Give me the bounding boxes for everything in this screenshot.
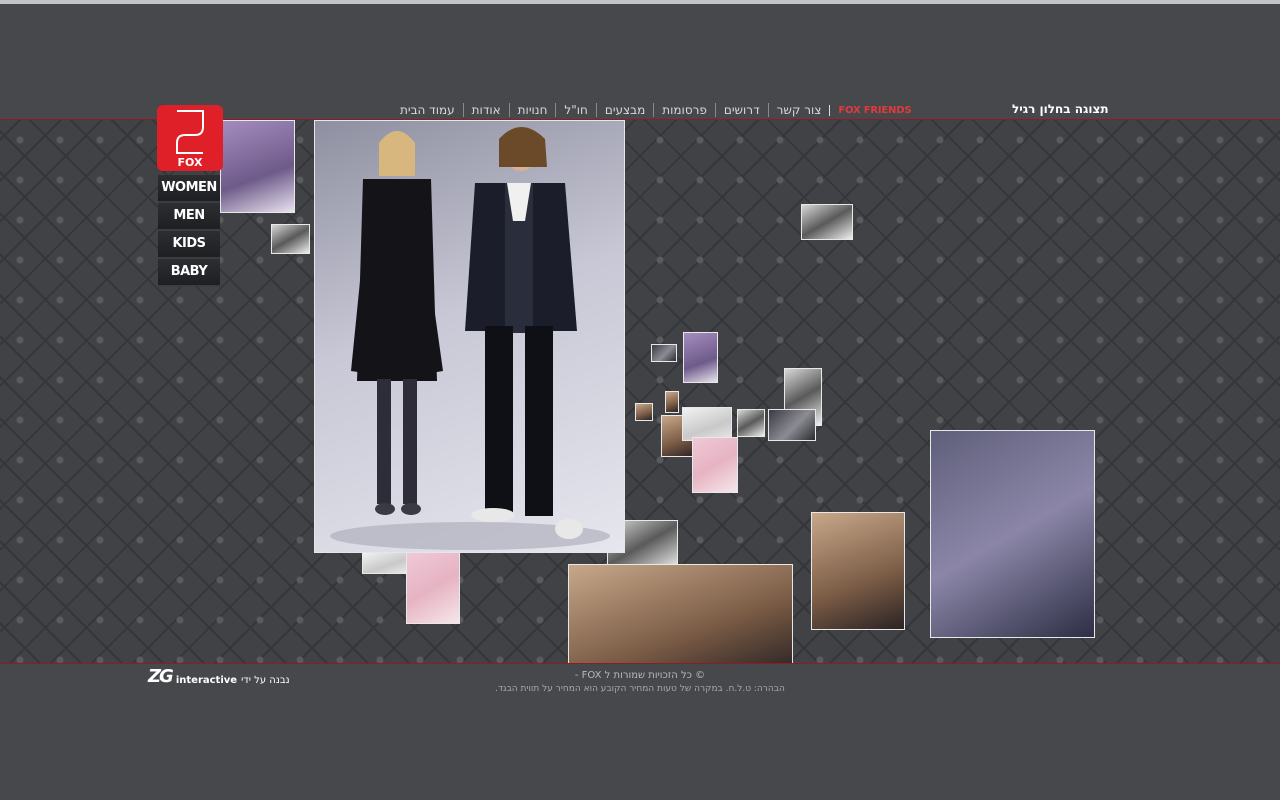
nav-jobs[interactable]: דרושים: [714, 103, 768, 117]
copyright-text: © כל הזכויות שמורות ל FOX -: [574, 670, 706, 681]
thumb-photo[interactable]: [635, 403, 653, 421]
thumb-photo[interactable]: [651, 344, 677, 362]
view-normal-window-link[interactable]: תצוגה בחלון רגיל: [1012, 102, 1109, 116]
photo-woman-portrait[interactable]: [568, 564, 793, 663]
thumb-photo[interactable]: [362, 552, 408, 574]
disclaimer-text: הבהרה: ט.ל.ח. במקרה של טעות המחיר הקובע …: [495, 684, 785, 694]
fox-logo-text: FOX: [177, 156, 203, 169]
thumb-photo[interactable]: [665, 391, 679, 413]
thumb-photo[interactable]: [692, 437, 738, 493]
photo-man-sweater[interactable]: [811, 512, 905, 630]
category-women[interactable]: WOMEN: [158, 175, 220, 203]
category-baby[interactable]: BABY: [158, 259, 220, 287]
top-border: [0, 0, 1280, 4]
nav-home[interactable]: עמוד הבית: [392, 103, 463, 117]
couple-illustration: [330, 127, 610, 550]
nav-fox-friends[interactable]: FOX FRIENDS: [829, 104, 919, 116]
thumb-photo[interactable]: [682, 407, 732, 441]
nav-ads[interactable]: פרסומות: [653, 103, 715, 117]
top-navigation: FOX FRIENDS צור קשר דרושים פרסומות מבצעי…: [392, 102, 919, 118]
thumb-photo[interactable]: [220, 120, 295, 213]
featured-photo-couple[interactable]: [314, 120, 625, 553]
category-kids[interactable]: KIDS: [158, 231, 220, 259]
thumb-photo[interactable]: [271, 224, 310, 254]
category-men[interactable]: MEN: [158, 203, 220, 231]
nav-sales[interactable]: מבצעים: [595, 103, 653, 117]
thumb-photo[interactable]: [801, 204, 853, 240]
thumb-photo[interactable]: [683, 332, 718, 383]
thumb-photo[interactable]: [768, 409, 816, 441]
thumb-photo[interactable]: [406, 552, 460, 624]
nav-contact[interactable]: צור קשר: [767, 103, 830, 117]
nav-stores[interactable]: חנויות: [508, 103, 556, 117]
footer-divider: [0, 663, 1280, 664]
nav-abroad[interactable]: חו"ל: [555, 103, 595, 117]
fox-logo[interactable]: FOX: [157, 105, 223, 171]
thumb-photo[interactable]: [737, 409, 765, 437]
nav-about[interactable]: אודות: [462, 103, 509, 117]
photo-woman-white-jacket[interactable]: [930, 430, 1095, 638]
